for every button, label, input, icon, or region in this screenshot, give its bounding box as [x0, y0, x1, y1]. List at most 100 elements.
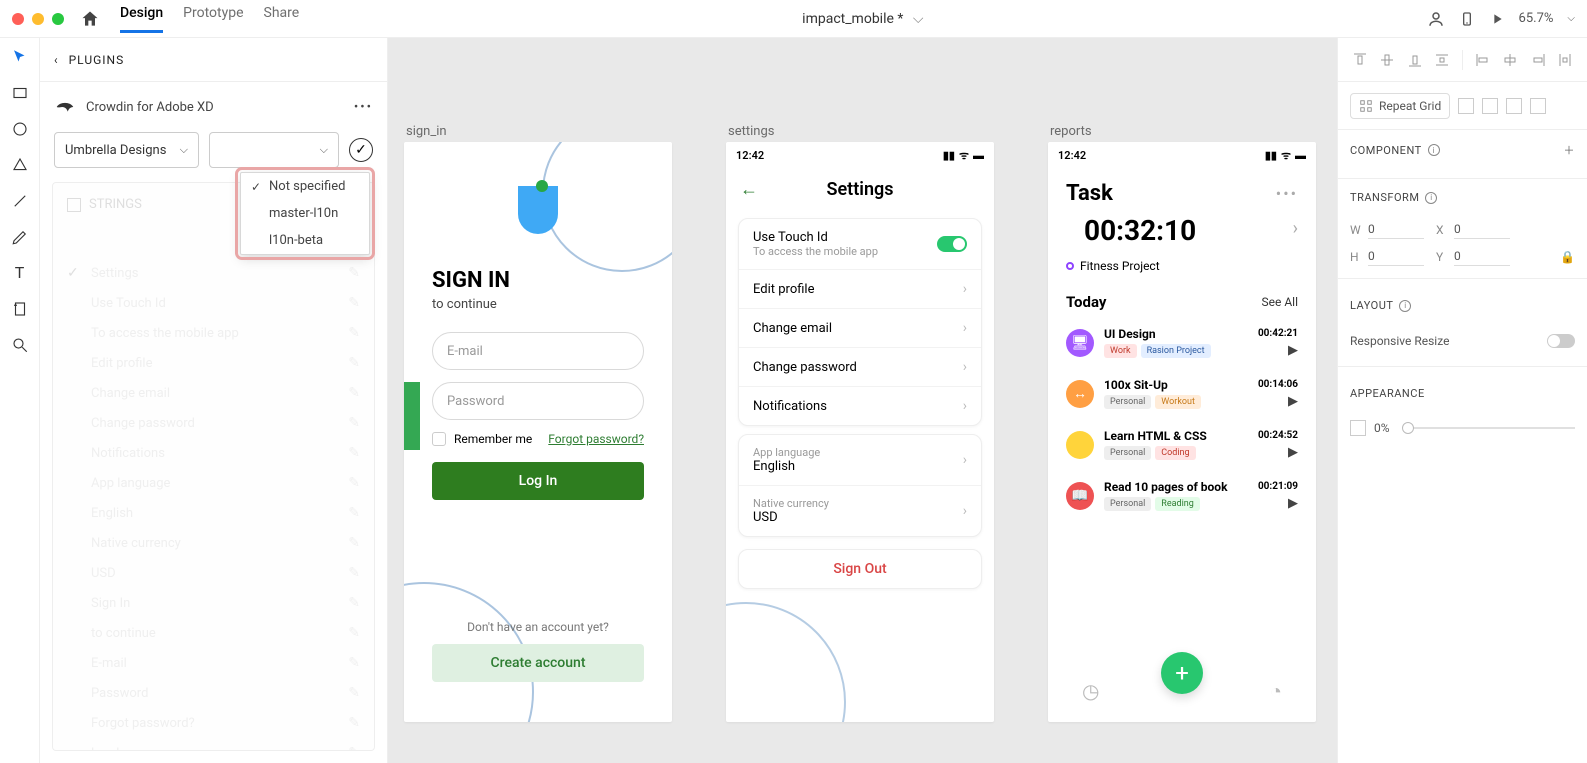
list-item[interactable]: E-mail✎ — [53, 648, 374, 678]
list-item[interactable]: App language✎ — [53, 468, 374, 498]
rectangle-tool-icon[interactable] — [11, 84, 29, 102]
task-menu-icon[interactable]: ••• — [1276, 184, 1298, 203]
password-field[interactable]: Password — [432, 382, 644, 420]
edit-icon[interactable]: ✎ — [348, 295, 360, 311]
height-input[interactable]: 0 — [1368, 247, 1424, 266]
polygon-tool-icon[interactable] — [11, 156, 29, 174]
list-item[interactable]: ✓Settings✎ — [53, 258, 374, 288]
play-preview-icon[interactable] — [1489, 11, 1505, 27]
touch-id-toggle[interactable] — [937, 236, 967, 252]
list-item[interactable]: Sign In✎ — [53, 588, 374, 618]
play-icon[interactable]: ▶ — [1258, 496, 1298, 511]
branch-select[interactable]: ⌵ — [209, 132, 339, 168]
canvas[interactable]: sign_in SIGN IN to continue E-mail Passw… — [388, 38, 1337, 763]
pie-chart-icon[interactable]: ◔ — [1270, 679, 1282, 704]
minimize-window-icon[interactable] — [32, 13, 44, 25]
boolean-add-icon[interactable] — [1458, 98, 1474, 114]
artboard-label-signin[interactable]: sign_in — [406, 124, 447, 139]
document-title[interactable]: impact_mobile * ⌵ — [299, 11, 1426, 27]
x-input[interactable]: 0 — [1454, 220, 1510, 239]
sign-out-button[interactable]: Sign Out — [738, 549, 982, 589]
align-top-icon[interactable] — [1352, 52, 1368, 68]
zoom-chevron-icon[interactable]: ⌵ — [1567, 13, 1575, 24]
list-item[interactable]: Password✎ — [53, 678, 374, 708]
y-input[interactable]: 0 — [1454, 247, 1510, 266]
text-tool-icon[interactable]: T — [11, 264, 29, 282]
task-item[interactable]: ↔100x Sit-UpPersonalWorkout00:14:06▶ — [1048, 368, 1316, 419]
list-item[interactable]: Notifications✎ — [53, 438, 374, 468]
zoom-level[interactable]: 65.7% — [1519, 11, 1554, 26]
opacity-value[interactable]: 0% — [1374, 421, 1390, 435]
close-window-icon[interactable] — [12, 13, 24, 25]
play-icon[interactable]: ▶ — [1258, 445, 1298, 460]
list-item[interactable]: English✎ — [53, 498, 374, 528]
list-item[interactable]: Change password✎ — [53, 408, 374, 438]
chevron-right-icon[interactable]: › — [1293, 218, 1298, 239]
edit-icon[interactable]: ✎ — [348, 325, 360, 341]
distribute-h-icon[interactable] — [1557, 52, 1573, 68]
align-left-icon[interactable] — [1475, 52, 1491, 68]
remember-checkbox[interactable] — [432, 432, 446, 446]
distribute-v-icon[interactable] — [1434, 52, 1450, 68]
tab-design[interactable]: Design — [120, 5, 163, 33]
project-select[interactable]: Umbrella Designs ⌵ — [54, 132, 199, 168]
dropdown-item-master[interactable]: master-l10n — [241, 200, 369, 227]
edit-icon[interactable]: ✎ — [348, 745, 360, 751]
artboard-label-reports[interactable]: reports — [1050, 124, 1092, 139]
line-tool-icon[interactable] — [11, 192, 29, 210]
change-password-row[interactable]: Change password› — [739, 348, 981, 387]
list-item[interactable]: Use Touch Id✎ — [53, 288, 374, 318]
info-icon[interactable]: i — [1425, 192, 1437, 204]
tab-prototype[interactable]: Prototype — [183, 5, 243, 33]
home-icon[interactable] — [80, 9, 100, 29]
list-item[interactable]: Log In✎ — [53, 738, 374, 751]
add-task-fab[interactable]: + — [1161, 652, 1203, 694]
clock-icon[interactable]: ◷ — [1082, 679, 1099, 703]
repeat-grid-button[interactable]: Repeat Grid — [1350, 93, 1450, 119]
edit-icon[interactable]: ✎ — [348, 265, 360, 281]
edit-icon[interactable]: ✎ — [348, 415, 360, 431]
edit-icon[interactable]: ✎ — [348, 565, 360, 581]
list-item[interactable]: To access the mobile app✎ — [53, 318, 374, 348]
notifications-row[interactable]: Notifications› — [739, 387, 981, 425]
back-arrow-icon[interactable]: ← — [740, 179, 758, 200]
task-item[interactable]: 📖Read 10 pages of bookPersonalReading00:… — [1048, 470, 1316, 521]
info-icon[interactable]: i — [1399, 300, 1411, 312]
pen-tool-icon[interactable] — [11, 228, 29, 246]
artboard-signin[interactable]: SIGN IN to continue E-mail Password Reme… — [404, 142, 672, 722]
tab-share[interactable]: Share — [264, 5, 300, 33]
add-component-icon[interactable]: ＋ — [1564, 142, 1576, 158]
align-vmiddle-icon[interactable] — [1379, 52, 1395, 68]
plugin-menu-icon[interactable]: ••• — [354, 100, 373, 115]
project-tag[interactable]: Fitness Project — [1048, 259, 1316, 287]
see-all-link[interactable]: See All — [1262, 295, 1299, 309]
list-item[interactable]: Edit profile✎ — [53, 348, 374, 378]
edit-icon[interactable]: ✎ — [348, 655, 360, 671]
dropdown-item-not-specified[interactable]: ✓Not specified — [241, 173, 369, 200]
width-input[interactable]: 0 — [1368, 220, 1424, 239]
edit-icon[interactable]: ✎ — [348, 355, 360, 371]
edit-icon[interactable]: ✎ — [348, 445, 360, 461]
task-item[interactable]: 🖥UI DesignWorkRasion Project00:42:21▶ — [1048, 317, 1316, 368]
artboard-label-settings[interactable]: settings — [728, 124, 774, 139]
select-all-checkbox[interactable] — [67, 198, 81, 212]
list-item[interactable]: Change email✎ — [53, 378, 374, 408]
edit-icon[interactable]: ✎ — [348, 685, 360, 701]
edit-icon[interactable]: ✎ — [348, 475, 360, 491]
play-icon[interactable]: ▶ — [1258, 394, 1298, 409]
artboard-settings[interactable]: 12:42 ▮▮ᯤ▬ ← Settings Use Touch IdTo acc… — [726, 142, 994, 722]
login-button[interactable]: Log In — [432, 462, 644, 500]
responsive-toggle[interactable] — [1547, 334, 1575, 348]
list-item[interactable]: to continue✎ — [53, 618, 374, 648]
language-row[interactable]: App languageEnglish› — [739, 435, 981, 486]
user-avatar-icon[interactable] — [1427, 10, 1445, 28]
mobile-preview-icon[interactable] — [1459, 11, 1475, 27]
ellipse-tool-icon[interactable] — [11, 120, 29, 138]
chevron-down-icon[interactable]: ⌵ — [913, 11, 924, 27]
align-right-icon[interactable] — [1530, 52, 1546, 68]
edit-icon[interactable]: ✎ — [348, 595, 360, 611]
currency-row[interactable]: Native currencyUSD› — [739, 486, 981, 536]
change-email-row[interactable]: Change email› — [739, 309, 981, 348]
align-bottom-icon[interactable] — [1407, 52, 1423, 68]
edit-profile-row[interactable]: Edit profile› — [739, 270, 981, 309]
